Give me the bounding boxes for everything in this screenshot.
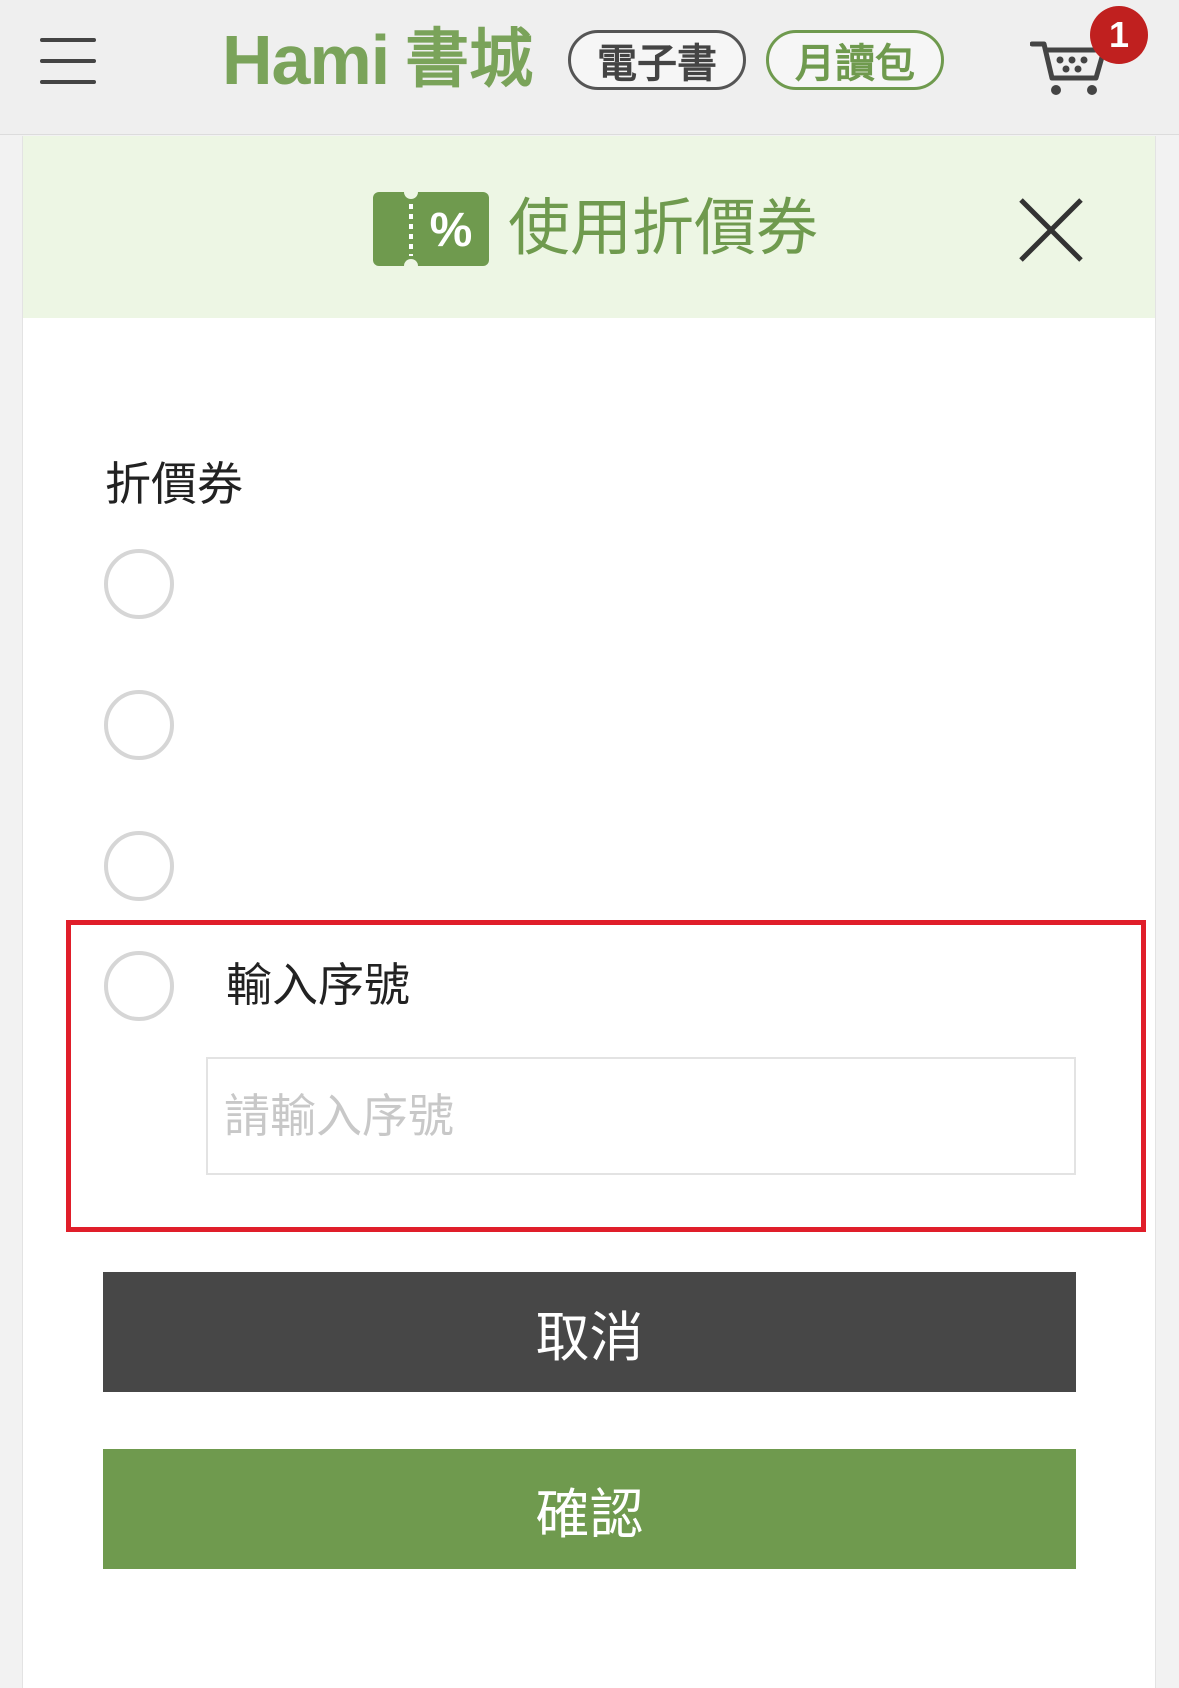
coupon-percent-icon: % — [373, 192, 489, 266]
logo-cjk-text: 書城 — [405, 23, 534, 97]
coupon-section-label: 折價券 — [105, 457, 243, 511]
tab-monthly-pack[interactable]: 月讀包 — [766, 30, 944, 90]
dialog-header: % 使用折價券 — [23, 136, 1155, 318]
cart-count-badge: 1 — [1090, 6, 1148, 64]
top-bar: Hami 書城 電子書 月讀包 1 — [0, 0, 1179, 135]
hamburger-icon[interactable] — [40, 38, 96, 84]
logo-latin-text: Hami — [222, 21, 390, 99]
serial-number-input[interactable] — [206, 1057, 1076, 1175]
hami-logo[interactable]: Hami 書城 — [222, 22, 533, 98]
confirm-button[interactable]: 確認 — [103, 1449, 1076, 1569]
close-icon[interactable] — [1017, 196, 1085, 264]
serial-option-label: 輸入序號 — [226, 958, 410, 1012]
serial-option-radio[interactable] — [104, 951, 174, 1021]
dialog-title: 使用折價券 — [508, 191, 819, 264]
coupon-option-radio-1[interactable] — [104, 549, 174, 619]
coupon-option-radio-3[interactable] — [104, 831, 174, 901]
coupon-option-radio-2[interactable] — [104, 690, 174, 760]
svg-text:%: % — [430, 204, 473, 257]
cancel-button[interactable]: 取消 — [103, 1272, 1076, 1392]
tab-ebook[interactable]: 電子書 — [568, 30, 746, 90]
